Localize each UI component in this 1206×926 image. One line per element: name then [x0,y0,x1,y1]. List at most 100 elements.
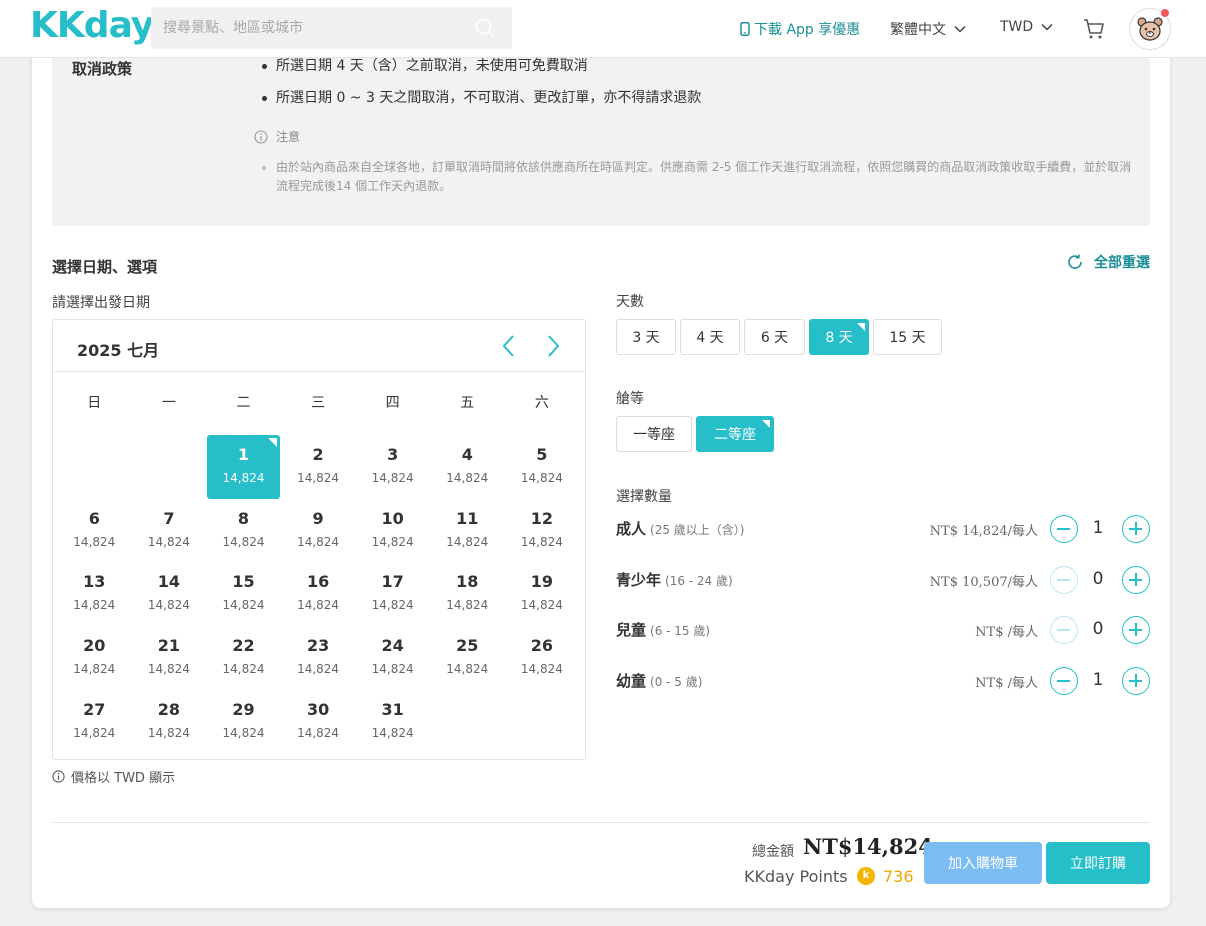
calendar-day[interactable]: 15 14,824 [206,562,281,626]
duration-option-selected[interactable]: 8 天 [809,319,869,355]
day-number: 12 [530,508,553,528]
day-price: 14,824 [520,662,563,677]
seat-class-option[interactable]: 一等座 [616,416,692,452]
calendar-days: 1 14,824 2 14,824 3 14,824 4 14,824 5 14,824 6 14,8… [57,435,581,753]
calendar-day[interactable]: 7 14,824 [132,499,207,563]
price-note: 價格以 TWD 顯示 [52,767,175,786]
search-input[interactable] [151,7,471,49]
day-price: 14,824 [297,598,340,613]
minus-button[interactable] [1050,616,1078,644]
calendar-day[interactable]: 30 14,824 [281,690,356,754]
user-avatar[interactable] [1129,8,1171,50]
day-price: 14,824 [446,471,489,485]
calendar-day[interactable]: 18 14,824 [430,562,505,626]
currency-selector[interactable]: TWD [1000,19,1053,35]
day-price: 14,824 [371,598,414,613]
ticket-age-range: (16 - 24 歲) [665,574,733,588]
download-app-link[interactable]: 下載 App 享優惠 [740,19,860,39]
reset-all-button[interactable]: 全部重選 [1066,252,1150,272]
calendar-day[interactable]: 11 14,824 [430,499,505,563]
calendar-day[interactable]: 29 14,824 [206,690,281,754]
day-number: 6 [88,508,100,528]
calendar-day[interactable]: 3 14,824 [355,435,430,499]
calendar-day[interactable]: 2 14,824 [281,435,356,499]
total-label: 總金額 [752,844,794,860]
ticket-price: NT$ 10,507/每人 [929,575,1038,590]
weekday-row: 日 一 二 三 四 五 六 [57,392,579,412]
duration-option[interactable]: 4 天 [680,319,740,355]
day-number: 21 [157,636,181,656]
quantity-value: 0 [1092,569,1104,589]
notification-dot [1161,9,1169,17]
calendar-empty-cell [57,435,132,499]
ticket-age-range: (0 - 5 歲) [650,675,703,689]
book-now-button[interactable]: 立即訂購 [1046,842,1150,884]
duration-option[interactable]: 6 天 [744,319,805,355]
plus-button[interactable] [1122,667,1150,695]
add-to-cart-button[interactable]: 加入購物車 [924,842,1042,884]
calendar-day[interactable]: 8 14,824 [206,499,281,563]
weekday-label: 三 [311,395,326,411]
calendar-day[interactable]: 21 14,824 [132,626,207,690]
ticket-name: 兒童 [616,621,647,639]
seat-class-option-selected[interactable]: 二等座 [696,416,774,452]
day-price: 14,824 [371,662,414,677]
calendar-day-selected[interactable]: 1 14,824 [207,435,280,499]
weekday-label: 四 [385,395,400,411]
calendar-day[interactable]: 28 14,824 [132,690,207,754]
day-number: 20 [83,636,106,656]
day-number: 1 [237,445,250,464]
plus-button[interactable] [1122,515,1150,543]
ticket-price: NT$ /每人 [975,676,1038,691]
calendar-day[interactable]: 10 14,824 [355,499,430,563]
calendar-day[interactable]: 16 14,824 [281,562,356,626]
weekday-label: 日 [87,395,102,411]
search-bar[interactable] [151,7,512,49]
note-title: 注意 [276,130,301,144]
calendar-day[interactable]: 19 14,824 [505,562,580,626]
day-price: 14,824 [147,662,190,677]
plus-button[interactable] [1122,616,1150,644]
search-icon[interactable] [474,17,496,39]
cart-icon[interactable] [1082,17,1106,41]
calendar-day[interactable]: 14 14,824 [132,562,207,626]
calendar-day[interactable]: 13 14,824 [57,562,132,626]
calendar-day[interactable]: 4 14,824 [430,435,505,499]
calendar-day[interactable]: 6 14,824 [57,499,132,563]
day-price: 14,824 [520,471,563,485]
calendar-day[interactable]: 25 14,824 [430,626,505,690]
plus-button[interactable] [1122,566,1150,594]
day-price: 14,824 [222,534,265,549]
calendar-day[interactable]: 23 14,824 [281,626,356,690]
day-price: 14,824 [371,725,414,740]
day-price: 14,824 [297,725,340,740]
duration-option[interactable]: 3 天 [616,319,676,355]
top-header: KKday 下載 App 享優惠 繁體中文 TWD [0,0,1206,58]
chevron-down-icon [1041,23,1053,31]
calendar-day[interactable]: 27 14,824 [57,690,132,754]
duration-option[interactable]: 15 天 [873,319,942,355]
calendar-day[interactable]: 9 14,824 [281,499,356,563]
calendar-day[interactable]: 31 14,824 [355,690,430,754]
calendar-day[interactable]: 17 14,824 [355,562,430,626]
day-number: 13 [83,572,106,592]
calendar-day[interactable]: 12 14,824 [505,499,580,563]
kkday-logo[interactable]: KKday [30,6,154,46]
calendar-header: 2025 七月 [53,320,585,372]
day-number: 26 [530,636,553,656]
language-selector[interactable]: 繁體中文 [890,19,966,39]
minus-button[interactable] [1050,515,1078,543]
calendar-day[interactable]: 24 14,824 [355,626,430,690]
ticket-age-range: (25 歲以上（含）) [650,523,745,537]
chevron-left-icon[interactable] [497,332,521,360]
calendar-day[interactable]: 26 14,824 [505,626,580,690]
calendar-day[interactable]: 22 14,824 [206,626,281,690]
calendar-day[interactable]: 5 14,824 [505,435,580,499]
day-number: 17 [381,572,404,592]
minus-button[interactable] [1050,566,1078,594]
price-note-text: 價格以 TWD 顯示 [71,771,176,786]
quantity-value: 1 [1092,670,1104,690]
chevron-right-icon[interactable] [541,332,565,360]
calendar-day[interactable]: 20 14,824 [57,626,132,690]
minus-button[interactable] [1050,667,1078,695]
